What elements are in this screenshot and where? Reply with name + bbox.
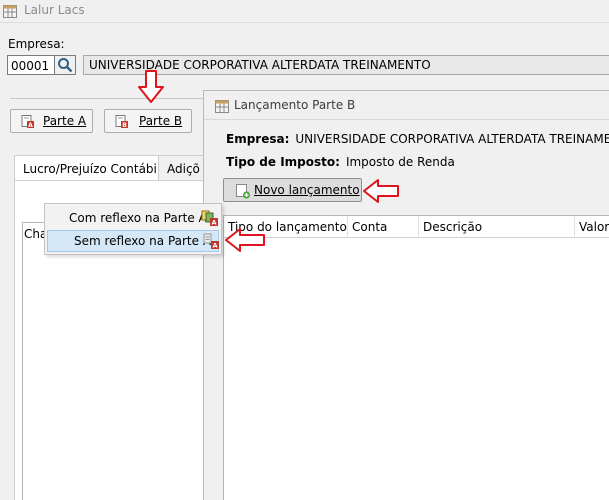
empresa-code-input[interactable] [7,55,55,75]
dialog-empresa-label: Empresa: [226,132,290,146]
dialog-empresa-value: UNIVERSIDADE CORPORATIVA ALTERDATA TREIN… [295,132,609,146]
parte-b-context-menu: Com reflexo na Parte A A Sem reflexo na … [44,203,222,255]
svg-text:A: A [212,242,217,250]
table-icon [214,98,230,117]
column-descricao[interactable]: Descrição [419,216,575,238]
parte-b-label: Parte B [139,114,183,128]
lancamentos-list[interactable] [22,222,207,500]
menu-item-com-reflexo[interactable]: Com reflexo na Parte A A [47,207,219,229]
tab-lucro-prejuizo[interactable]: Lucro/Prejuízo Contábil [14,155,159,181]
dialog-empresa-row: Empresa: UNIVERSIDADE CORPORATIVA ALTERDA… [226,132,609,146]
parte-a-button[interactable]: A Parte A [10,109,93,133]
annotation-arrow-down-icon [138,70,164,103]
svg-text:A: A [28,122,33,129]
annotation-arrow-left-icon [363,179,399,203]
linked-documents-icon: A [201,209,219,230]
dialog-title: Lançamento Parte B [234,98,356,112]
grid-header: Tipo do lançamento Conta Descrição Valor [224,216,609,238]
unlinked-documents-icon: A [202,232,220,253]
svg-text:B: B [122,122,127,129]
column-conta[interactable]: Conta [348,216,419,238]
document-b-icon: B [115,115,129,132]
novo-lancamento-button[interactable]: Novo lançamento [223,178,362,202]
window-title: Lalur Lacs [24,3,85,17]
empresa-search-button[interactable] [55,55,76,75]
empresa-label: Empresa: [8,37,65,51]
column-valor[interactable]: Valor [575,216,609,238]
menu-item-label: Sem reflexo na Parte A [74,234,212,248]
parte-a-label: Parte A [43,114,87,128]
dialog-imposto-label: Tipo de Imposto: [226,155,340,169]
table-icon [2,3,18,22]
dialog-imposto-row: Tipo de Imposto: Imposto de Renda [226,155,455,169]
title-divider [0,22,609,23]
search-icon [57,57,73,76]
dialog-imposto-value: Imposto de Renda [345,155,455,169]
lancamento-parte-b-dialog: Lançamento Parte B Empresa: UNIVERSIDADE … [203,90,609,500]
menu-item-sem-reflexo[interactable]: Sem reflexo na Parte A A [47,230,219,252]
tab-adicoes[interactable]: Adiçõ [158,155,204,181]
lancamentos-grid[interactable]: Tipo do lançamento Conta Descrição Valor [223,215,609,500]
new-document-icon [235,183,251,202]
main-title-bar: Lalur Lacs [0,0,609,22]
novo-lancamento-label: Novo lançamento [254,183,360,197]
dialog-title-divider [204,119,609,120]
section-divider [10,98,205,99]
document-a-icon: A [21,115,35,132]
svg-text:A: A [211,219,216,227]
annotation-arrow-left-icon [225,228,265,252]
parte-b-button[interactable]: B Parte B [104,109,192,133]
menu-item-label: Com reflexo na Parte A [69,211,207,225]
